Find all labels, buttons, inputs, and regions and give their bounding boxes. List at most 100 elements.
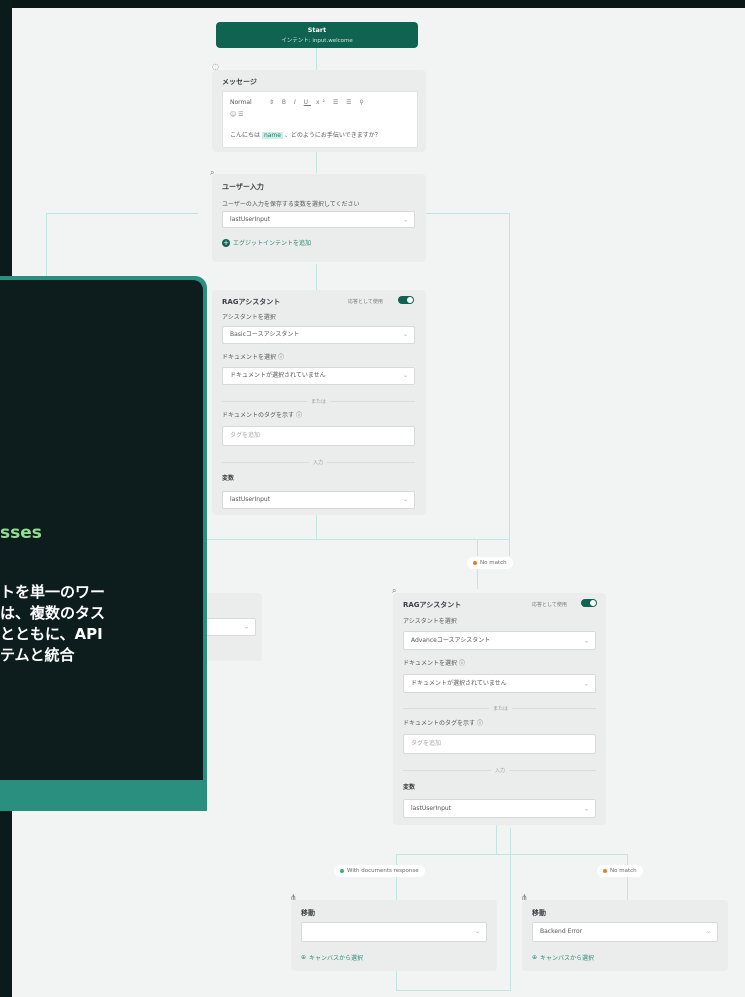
select-from-canvas-left[interactable]: ⊕ キャンバスから選択 (301, 953, 363, 962)
rag2-document-select[interactable]: ドキュメントが選択されていません ⌄ (403, 674, 596, 693)
no-match-badge-2: No match (597, 865, 643, 877)
message-text-after: 、どのようにお手伝いできますか？ (284, 132, 381, 139)
rag2-toggle-label: 応答として使用 (532, 602, 567, 608)
message-editor[interactable]: Normal ⇕ B I U x² ☰ ☰ ⚲ ☺ ☰ こんにちは name 、… (222, 91, 418, 148)
orange-dot-icon (603, 869, 607, 873)
start-node[interactable]: Start インテント: input.welcome (216, 22, 418, 48)
info-icon: ⓘ (476, 720, 483, 727)
user-input-description: ユーザーの入力を保存する変数を選択してください (222, 201, 360, 208)
move-right-select[interactable]: Backend Error ⌄ (532, 922, 718, 942)
info-icon: ⓘ (295, 412, 302, 419)
start-title: Start (307, 26, 327, 34)
start-subtitle: インテント: input.welcome (281, 38, 353, 44)
connector (46, 213, 198, 214)
rag1-document-select[interactable]: ドキュメントが選択されていません ⌄ (222, 367, 415, 385)
rag1-variable-label: 変数 (222, 475, 235, 482)
user-input-node[interactable]: ユーザー入力 ユーザーの入力を保存する変数を選択してください lastUserI… (212, 174, 426, 262)
connector (477, 569, 478, 589)
connector (477, 539, 478, 556)
format-toolbar[interactable]: ⇕ B I U x² ☰ ☰ ⚲ (269, 99, 367, 106)
crosshair-icon: ⊕ (532, 954, 538, 961)
rag1-or-label: または (307, 398, 331, 405)
rag1-variable-select[interactable]: lastUserInput ⌄ (222, 491, 415, 509)
chevron-down-icon: ⌄ (402, 216, 408, 223)
connector (396, 854, 628, 855)
add-exit-intent-link[interactable]: + エグジットインテントを追加 (222, 238, 311, 247)
overlay-line: とともに、API (0, 625, 103, 643)
hidden-node[interactable]: ⌄ (202, 593, 262, 661)
variable-chip[interactable]: name (261, 132, 283, 139)
connector (46, 213, 47, 283)
rag1-document-label: ドキュメントを選択 ⓘ (222, 354, 284, 361)
rag1-assistant-label: アシスタントを選択 (222, 314, 276, 321)
select-from-canvas-label: キャンバスから選択 (540, 955, 595, 962)
select-from-canvas-right[interactable]: ⊕ キャンバスから選択 (532, 953, 594, 962)
select-from-canvas-label: キャンバスから選択 (309, 955, 364, 962)
connector (509, 213, 510, 556)
rag2-assistant-value: Advanceコースアシスタント (411, 637, 491, 644)
connector (396, 990, 511, 991)
message-title: メッセージ (222, 78, 257, 86)
overlay-line: テムと統合 (0, 646, 75, 664)
rag2-input-label: 入力 (491, 767, 510, 774)
rag1-title: RAGアシスタント (222, 298, 281, 306)
move-right-title: 移動 (532, 909, 546, 917)
chevron-down-icon: ⌄ (583, 680, 589, 687)
rag1-tag-placeholder: タグを追加 (230, 432, 261, 439)
move-node-right[interactable]: 移動 Backend Error ⌄ ⊕ キャンバスから選択 (522, 900, 728, 971)
rag1-assistant-select[interactable]: Basicコースアシスタント ⌄ (222, 326, 415, 344)
emoji-icon[interactable]: ☺ ☰ (230, 111, 244, 118)
rag1-tag-input[interactable]: タグを追加 (222, 426, 415, 446)
connector (496, 824, 497, 854)
orange-dot-icon (473, 561, 477, 565)
connector (207, 539, 510, 540)
connector (396, 971, 397, 991)
top-bar (0, 0, 745, 8)
rag2-tag-input[interactable]: タグを追加 (403, 734, 596, 754)
chevron-down-icon: ⌄ (583, 637, 589, 644)
rag2-assistant-label: アシスタントを選択 (403, 618, 457, 625)
no-match-badge-1: No match (467, 557, 513, 569)
connector (396, 854, 397, 900)
message-node[interactable]: メッセージ Normal ⇕ B I U x² ☰ ☰ ⚲ ☺ ☰ こんにちは … (212, 70, 426, 152)
plus-circle-icon: + (222, 238, 230, 247)
connector (316, 514, 317, 540)
with-docs-label: With documents response (347, 868, 419, 874)
user-input-title: ユーザー入力 (222, 183, 264, 191)
rag2-tag-placeholder: タグを追加 (411, 740, 442, 747)
move-right-value: Backend Error (540, 928, 583, 935)
info-icon: ⓘ (458, 660, 465, 667)
rag2-variable-select[interactable]: lastUserInput ⌄ (403, 799, 596, 818)
variable-select[interactable]: lastUserInput ⌄ (222, 211, 415, 228)
rag-assistant-node-1[interactable]: RAGアシスタント 応答として使用 アシスタントを選択 Basicコースアシスタ… (212, 290, 426, 515)
overlay-card: sses トを単一のワー は、複数のタス とともに、API テムと統合 (0, 276, 207, 811)
rag1-variable-value: lastUserInput (230, 496, 271, 503)
connector (316, 151, 317, 173)
rag1-response-toggle[interactable] (398, 296, 414, 304)
green-dot-icon (340, 869, 344, 873)
add-exit-intent-label: エグジットインテントを追加 (233, 240, 312, 247)
message-text[interactable]: こんにちは name 、どのようにお手伝いできますか？ (230, 130, 381, 139)
rag2-response-toggle[interactable] (581, 599, 597, 607)
crosshair-icon: ⊕ (301, 954, 307, 961)
connector (422, 213, 509, 214)
rag2-variable-value: lastUserInput (411, 805, 452, 812)
rag2-tag-label: ドキュメントのタグを示す ⓘ (403, 720, 483, 727)
info-icon: ⓘ (277, 354, 284, 361)
move-left-title: 移動 (301, 909, 315, 917)
connector (510, 828, 511, 990)
style-select[interactable]: Normal (230, 99, 252, 106)
rag2-title: RAGアシスタント (403, 601, 462, 609)
move-node-left[interactable]: 移動 ⌄ ⊕ キャンバスから選択 (291, 900, 497, 971)
chevron-down-icon: ⌄ (243, 623, 249, 631)
chevron-down-icon: ⌄ (402, 372, 408, 379)
move-left-select[interactable]: ⌄ (301, 922, 487, 942)
chevron-down-icon: ⌄ (402, 496, 408, 503)
overlay-text: トを単一のワー は、複数のタス とともに、API テムと統合 (0, 582, 105, 666)
hidden-node-select[interactable]: ⌄ (206, 618, 256, 636)
rag2-assistant-select[interactable]: Advanceコースアシスタント ⌄ (403, 631, 596, 650)
no-match-label: No match (480, 560, 507, 566)
message-text-before: こんにちは (230, 132, 261, 139)
rag-assistant-node-2[interactable]: RAGアシスタント 応答として使用 アシスタントを選択 Advanceコースアシ… (393, 593, 606, 825)
connector (316, 264, 317, 290)
